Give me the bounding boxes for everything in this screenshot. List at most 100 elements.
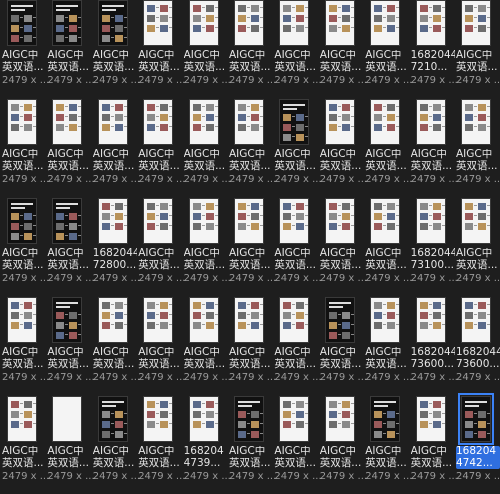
file-item[interactable]: 168204 4742... 2479 x ... [456,393,500,494]
file-item[interactable]: AIGC中 英双语... 2479 x ... [2,0,49,98]
file-thumbnail[interactable] [234,396,264,442]
file-thumbnail[interactable] [234,297,264,343]
file-thumbnail[interactable] [52,297,83,343]
file-item[interactable]: AIGC中 英双语... 2479 x ... [138,99,185,197]
file-thumbnail[interactable] [415,396,446,442]
file-thumbnail[interactable] [324,0,355,46]
file-thumbnail[interactable] [143,99,174,145]
file-item[interactable]: AIGC中 英双语... 2479 x ... [93,99,140,197]
file-thumbnail[interactable] [143,396,174,442]
file-thumbnail[interactable] [279,99,310,145]
file-item[interactable]: AIGC中 英双语... 2479 x ... [138,297,185,395]
file-item[interactable]: AIGC中 英双语... 2479 x ... [2,396,49,494]
file-item[interactable]: AIGC中 英双语... 2479 x ... [229,99,276,197]
file-thumbnail[interactable] [52,0,83,46]
file-item[interactable]: AIGC中 英双语... 2479 x ... [47,297,95,395]
file-item[interactable]: AIGC中 英双语... 2479 x ... [365,198,412,296]
file-thumbnail[interactable] [7,198,37,244]
file-item[interactable]: AIGC中 英双语... 2479 x ... [456,0,500,98]
file-item[interactable]: AIGC中 英双语... 2479 x ... [456,198,500,296]
file-thumbnail[interactable] [461,297,491,343]
file-thumbnail[interactable] [188,198,219,244]
file-item[interactable]: AIGC中 英双语... 2479 x ... [47,396,95,494]
file-thumbnail[interactable] [234,0,264,46]
file-item[interactable]: AIGC中 英双语... 2479 x ... [411,99,458,197]
file-thumbnail[interactable] [279,198,310,244]
file-item[interactable]: AIGC中 英双语... 2479 x ... [93,297,140,395]
file-thumbnail[interactable] [7,99,37,145]
file-thumbnail[interactable] [7,396,37,442]
file-thumbnail[interactable] [52,396,83,442]
file-item[interactable]: AIGC中 英双语... 2479 x ... [184,297,231,395]
file-thumbnail[interactable] [461,198,491,244]
file-thumbnail[interactable] [234,198,264,244]
file-thumbnail[interactable] [143,0,174,46]
file-thumbnail[interactable] [370,198,401,244]
file-thumbnail[interactable] [97,297,128,343]
file-item[interactable]: AIGC中 英双语... 2479 x ... [274,297,322,395]
file-item[interactable]: AIGC中 英双语... 2479 x ... [456,99,500,197]
file-item[interactable]: AIGC中 英双语... 2479 x ... [274,198,322,296]
file-thumbnail[interactable] [324,99,355,145]
file-item[interactable]: AIGC中 英双语... 2479 x ... [47,99,95,197]
file-item[interactable]: 1682044 72800... 2479 x ... [93,198,140,296]
file-item[interactable]: AIGC中 英双语... 2479 x ... [320,396,367,494]
file-thumbnail[interactable] [415,198,446,244]
file-thumbnail[interactable] [324,396,355,442]
file-item[interactable]: AIGC中 英双语... 2479 x ... [229,297,276,395]
file-item[interactable]: AIGC中 英双语... 2479 x ... [229,396,276,494]
file-item[interactable]: AIGC中 英双语... 2479 x ... [320,99,367,197]
file-thumbnail[interactable] [234,99,264,145]
file-thumbnail[interactable] [370,99,401,145]
file-item[interactable]: 1682044 73100... 2479 x ... [411,198,458,296]
file-thumbnail[interactable] [143,198,174,244]
file-thumbnail[interactable] [370,396,401,442]
file-thumbnail[interactable] [279,396,310,442]
file-thumbnail[interactable] [97,396,128,442]
file-item[interactable]: AIGC中 英双语... 2479 x ... [47,0,95,98]
file-thumbnail[interactable] [143,297,174,343]
file-item[interactable]: AIGC中 英双语... 2479 x ... [274,99,322,197]
file-thumbnail[interactable] [324,297,355,343]
file-item[interactable]: AIGC中 英双语... 2479 x ... [138,396,185,494]
file-item[interactable]: AIGC中 英双语... 2479 x ... [365,99,412,197]
file-item[interactable]: AIGC中 英双语... 2479 x ... [320,198,367,296]
file-item[interactable]: AIGC中 英双语... 2479 x ... [365,396,412,494]
file-item[interactable]: AIGC中 英双语... 2479 x ... [229,198,276,296]
file-item[interactable]: AIGC中 英双语... 2479 x ... [2,198,49,296]
file-item[interactable]: AIGC中 英双语... 2479 x ... [184,198,231,296]
file-item[interactable]: 168204 4739... 2479 x ... [184,396,231,494]
file-thumbnail[interactable] [415,99,446,145]
file-thumbnail[interactable] [458,393,494,445]
file-item[interactable]: AIGC中 英双语... 2479 x ... [138,0,185,98]
file-thumbnail[interactable] [7,297,37,343]
file-thumbnail[interactable] [52,99,83,145]
file-item[interactable]: 1682044 73600... 2479 x ... [411,297,458,395]
file-item[interactable]: AIGC中 英双语... 2479 x ... [274,0,322,98]
file-thumbnail[interactable] [415,297,446,343]
file-item[interactable]: AIGC中 英双语... 2479 x ... [2,99,49,197]
file-thumbnail[interactable] [461,99,491,145]
file-thumbnail[interactable] [415,0,446,46]
file-item[interactable]: 1682044 7210... 2479 x ... [411,0,458,98]
file-thumbnail[interactable] [188,396,219,442]
file-item[interactable]: AIGC中 英双语... 2479 x ... [229,0,276,98]
file-item[interactable]: AIGC中 英双语... 2479 x ... [320,0,367,98]
file-item[interactable]: AIGC中 英双语... 2479 x ... [411,396,458,494]
file-thumbnail[interactable] [370,297,401,343]
file-thumbnail[interactable] [370,0,401,46]
file-thumbnail[interactable] [461,0,491,46]
file-thumbnail[interactable] [279,0,310,46]
file-thumbnail[interactable] [97,0,128,46]
file-item[interactable]: AIGC中 英双语... 2479 x ... [320,297,367,395]
file-item[interactable]: 1682044 73600... 2479 x ... [456,297,500,395]
file-thumbnail[interactable] [188,0,219,46]
file-item[interactable]: AIGC中 英双语... 2479 x ... [365,297,412,395]
file-item[interactable]: AIGC中 英双语... 2479 x ... [184,99,231,197]
file-thumbnail[interactable] [97,198,128,244]
file-item[interactable]: AIGC中 英双语... 2479 x ... [138,198,185,296]
file-item[interactable]: AIGC中 英双语... 2479 x ... [274,396,322,494]
file-thumbnail[interactable] [7,0,37,46]
file-thumbnail[interactable] [324,198,355,244]
file-thumbnail[interactable] [279,297,310,343]
